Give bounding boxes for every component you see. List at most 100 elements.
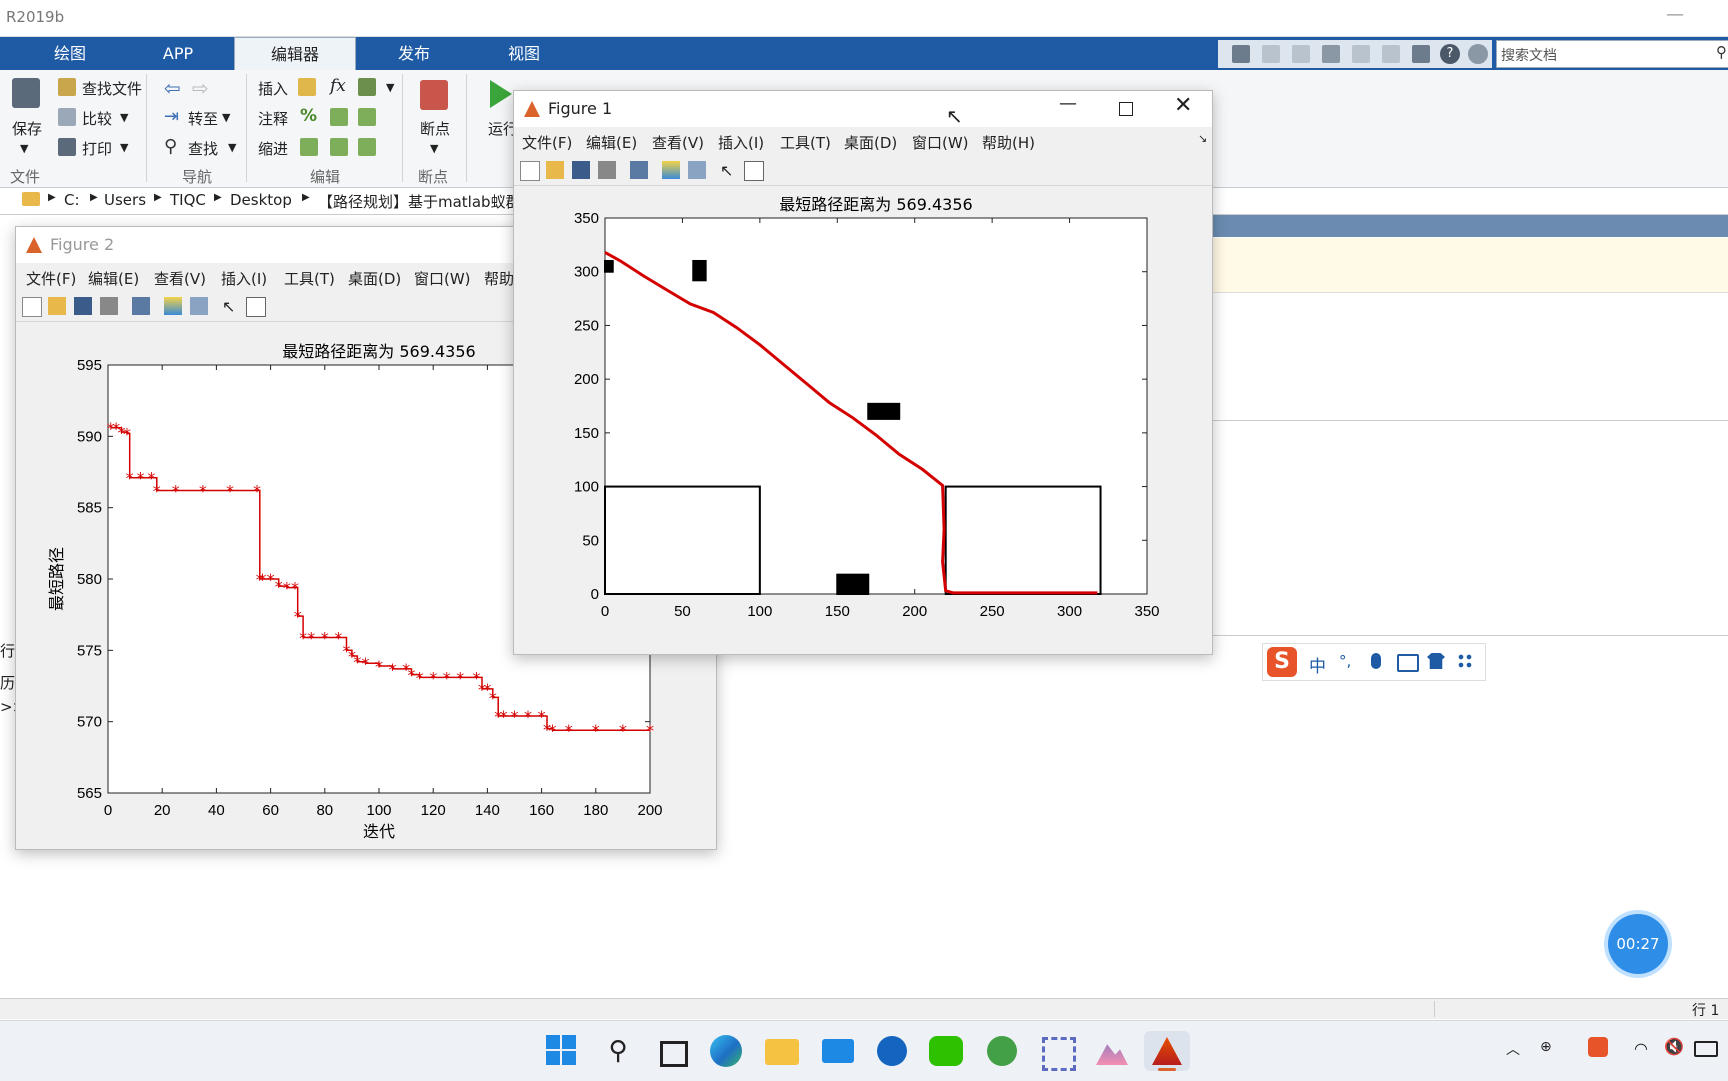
volume-muted-icon[interactable]: 🔇 [1664,1037,1684,1056]
paste-icon[interactable] [1322,45,1340,63]
save-button[interactable]: 保存 [12,118,42,139]
save-icon[interactable] [572,161,590,179]
recording-timer[interactable]: 00:27 [1608,914,1668,974]
tab-plots[interactable]: 绘图 [20,37,120,70]
chevron-down-icon[interactable]: ▼ [222,111,230,124]
property-editor-icon[interactable] [744,161,764,181]
pointer-icon[interactable]: ↖ [720,161,738,180]
breadcrumb-segment[interactable]: Users [104,191,146,209]
fx-icon[interactable]: fx [330,76,346,96]
breakpoint-icon[interactable] [420,80,448,110]
menu-tools[interactable]: 工具(T) [780,132,831,153]
search-icon[interactable]: ⚲ [598,1031,638,1071]
link-plot-icon[interactable] [630,161,648,179]
menu-tools[interactable]: 工具(T) [284,268,335,289]
chevron-down-icon[interactable]: ▼ [386,81,394,94]
snipping-tool-icon[interactable] [1036,1031,1076,1071]
menu-window[interactable]: 窗口(W) [414,268,471,289]
tab-apps[interactable]: APP [128,37,228,70]
path-plot[interactable]: 0 50 100 150 200 250 300 350 0 50 100 150 200 250 300 3… [514,187,1212,654]
keyboard-icon[interactable] [1397,654,1419,672]
edge-browser-icon[interactable] [706,1031,746,1071]
link-plot-icon[interactable] [132,297,150,315]
menu-help[interactable]: 帮助 [484,268,514,289]
insert-button[interactable]: 插入 [258,78,288,99]
undo-icon[interactable] [1352,45,1370,63]
new-figure-icon[interactable] [22,297,42,317]
help-icon[interactable]: ? [1440,44,1460,64]
breakpoints-button[interactable]: 断点 [420,118,450,139]
new-figure-icon[interactable] [520,161,540,181]
back-arrow-icon[interactable]: ⇦ [164,76,181,100]
chevron-down-icon[interactable]: ▼ [228,141,236,154]
compare-button[interactable]: 比较 [82,108,112,129]
pointer-icon[interactable]: ↖ [222,297,240,316]
mail-icon[interactable] [818,1031,858,1071]
wechat-icon[interactable] [926,1031,966,1071]
folder-icon[interactable] [22,192,40,206]
ime-mode-chinese[interactable]: 中 [1309,652,1326,677]
goto-button[interactable]: 转至 [188,108,218,129]
cut-icon[interactable] [1262,45,1280,63]
ime-indicator-icon[interactable]: ⊕ [1540,1039,1552,1055]
percent-icon[interactable]: % [300,106,317,126]
options-icon[interactable] [1468,44,1488,64]
wifi-icon[interactable]: ◠ [1634,1039,1648,1058]
search-icon[interactable]: ⚲ [1716,43,1727,61]
increase-indent-icon[interactable] [358,138,376,156]
search-input[interactable]: 搜索文档 ⚲ [1496,40,1728,68]
tab-view[interactable]: 视图 [474,37,574,70]
decrease-indent-icon[interactable] [330,138,348,156]
minimize-icon[interactable]: — [1666,4,1684,25]
battery-icon[interactable] [1694,1041,1718,1057]
chevron-down-icon[interactable]: ▼ [120,111,128,124]
menu-file[interactable]: 文件(F) [26,268,76,289]
insert-section-icon[interactable] [298,78,316,96]
microphone-icon[interactable] [1371,653,1381,669]
legend-icon[interactable] [190,297,208,315]
menu-view[interactable]: 查看(V) [154,268,206,289]
breadcrumb-segment[interactable]: Desktop [230,191,292,209]
menu-desktop[interactable]: 桌面(D) [844,132,897,153]
forward-arrow-icon[interactable]: ⇨ [192,76,209,100]
start-button[interactable] [542,1031,582,1071]
find-files-button[interactable]: 查找文件 [82,78,142,99]
print-icon[interactable] [100,297,118,315]
indent-button[interactable]: 缩进 [258,138,288,159]
menu-help[interactable]: 帮助(H) [982,132,1035,153]
menu-edit[interactable]: 编辑(E) [586,132,637,153]
wrap-comment-icon[interactable] [358,108,376,126]
menu-edit[interactable]: 编辑(E) [88,268,139,289]
skin-icon[interactable] [1427,653,1445,669]
menu-desktop[interactable]: 桌面(D) [348,268,401,289]
colorbar-icon[interactable] [662,161,680,179]
task-view-icon[interactable] [652,1031,692,1071]
chevron-down-icon[interactable]: ▼ [120,141,128,154]
comment-button[interactable]: 注释 [258,108,288,129]
figure-1-window[interactable]: Figure 1 — ✕ 文件(F) 编辑(E) 查看(V) 插入(I) 工具(… [513,90,1213,655]
chevron-down-icon[interactable]: ▼ [430,142,438,155]
menu-view[interactable]: 查看(V) [652,132,704,153]
insert-function-icon[interactable] [358,78,376,96]
save-icon[interactable] [74,297,92,315]
sogou-tray-icon[interactable] [1588,1037,1608,1057]
redo-icon[interactable] [1382,45,1400,63]
breadcrumb-segment[interactable]: 【路径规划】基于matlab蚁群 [318,191,521,212]
chevron-down-icon[interactable]: ▼ [20,142,28,155]
photos-icon[interactable] [1092,1031,1132,1071]
open-icon[interactable] [48,297,66,315]
print-button[interactable]: 打印 [82,138,112,159]
menu-file[interactable]: 文件(F) [522,132,572,153]
breadcrumb-segment[interactable]: TIQC [170,191,206,209]
print-icon[interactable] [598,161,616,179]
save-icon[interactable] [1232,45,1250,63]
menu-insert[interactable]: 插入(I) [221,268,267,289]
ime-punctuation[interactable]: °, [1339,652,1351,670]
property-editor-icon[interactable] [246,297,266,317]
uncomment-icon[interactable] [330,108,348,126]
copy-icon[interactable] [1292,45,1310,63]
ie-browser-icon[interactable] [982,1031,1022,1071]
file-explorer-icon[interactable] [762,1031,802,1071]
colorbar-icon[interactable] [164,297,182,315]
chevron-up-icon[interactable]: ︿ [1506,1039,1520,1059]
